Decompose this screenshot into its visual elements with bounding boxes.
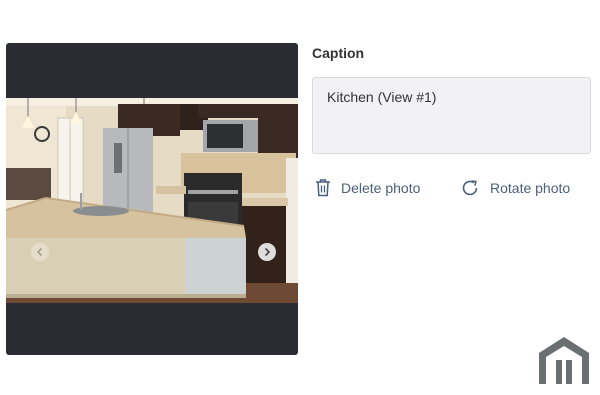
photo-viewer: [6, 43, 298, 355]
delete-photo-button[interactable]: Delete photo: [315, 178, 420, 197]
house-outline-logo: [539, 337, 589, 384]
delete-photo-label: Delete photo: [341, 179, 421, 196]
caption-label: Caption: [312, 45, 365, 61]
chevron-right-icon: [264, 247, 271, 257]
next-photo-button[interactable]: [258, 243, 276, 261]
rotate-photo-button[interactable]: Rotate photo: [460, 178, 570, 198]
caption-input[interactable]: Kitchen (View #1): [312, 77, 591, 154]
house-logo: [537, 335, 591, 390]
chevron-left-icon: [36, 247, 43, 257]
kitchen-photo-image: [6, 98, 298, 303]
previous-photo-button[interactable]: [31, 243, 49, 261]
rotate-photo-label: Rotate photo: [490, 180, 571, 196]
rotate-clockwise-icon: [462, 180, 478, 196]
kitchen-photo: [6, 98, 298, 303]
trash-icon: [316, 179, 330, 197]
